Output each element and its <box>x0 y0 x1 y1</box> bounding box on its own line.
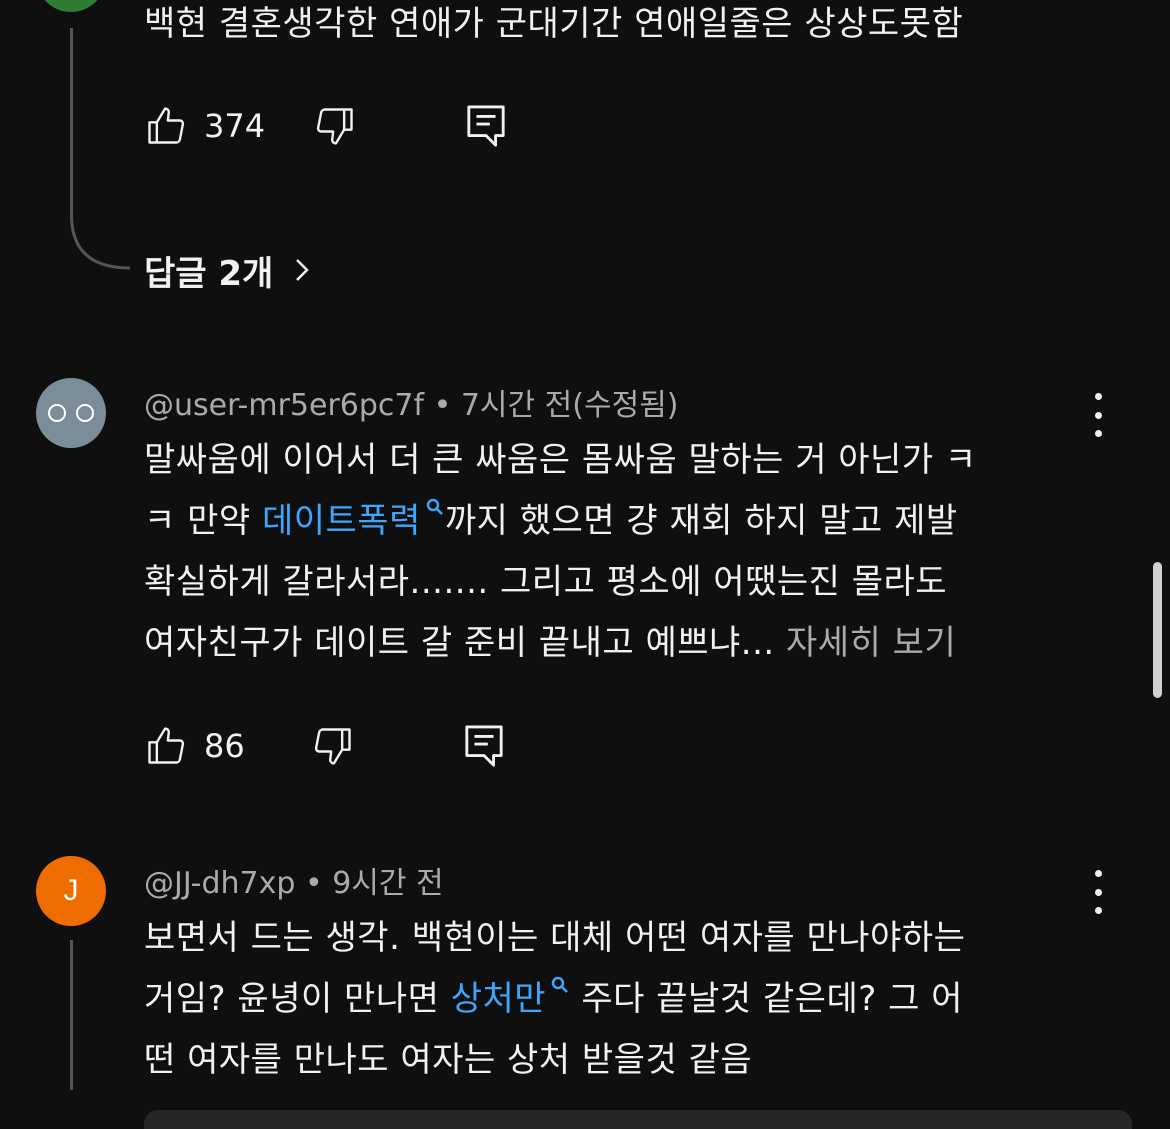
comment-line: 여자친구가 데이트 갈 준비 끝내고 예쁘냐... 자세히 보기 <box>144 613 1104 674</box>
avatar-initial: J <box>63 874 79 907</box>
reply-button[interactable] <box>465 103 507 149</box>
comment-time: 7시간 전(수정됨) <box>460 388 679 423</box>
reply-button[interactable] <box>463 723 505 769</box>
search-link-label: 데이트폭력 <box>261 501 421 541</box>
chevron-right-icon <box>296 259 310 281</box>
replies-label: 답글 2개 <box>144 253 274 294</box>
comment-text-segment: 여자친구가 데이트 갈 준비 끝내고 예쁘냐... <box>144 623 787 663</box>
read-more-button[interactable]: 자세히 보기 <box>786 623 956 663</box>
comment-body: 보면서 드는 생각. 백현이는 대체 어떤 여자를 만나야하는 거임? 윤녕이 … <box>144 908 1104 1091</box>
avatar-user-mr5er6pc7f[interactable] <box>36 378 106 448</box>
thread-curve <box>70 215 131 270</box>
reply-icon <box>465 725 503 767</box>
avatar-face <box>48 404 94 422</box>
comment-line: 확실하게 갈라서라....... 그리고 평소에 어땠는진 몰라도 <box>144 562 948 602</box>
comment-line: 거임? 윤녕이 만나면 상처만 주다 끝날것 같은데? 그 어 <box>144 969 1104 1030</box>
comment-text-segment: 거임? 윤녕이 만나면 <box>144 979 451 1019</box>
dislike-button[interactable] <box>313 104 357 148</box>
like-icon <box>148 727 185 764</box>
comment-body: 말싸움에 이어서 더 큰 싸움은 몸싸움 말하는 거 아닌가 ㅋ ㅋ 만약 데이… <box>144 430 1104 674</box>
thread-line <box>70 940 73 1090</box>
comment-text-segment: ㅋ 만약 <box>144 501 262 541</box>
dislike-icon <box>314 728 351 765</box>
dislike-button[interactable] <box>311 724 355 768</box>
comment-line: ㅋ 만약 데이트폭력 까지 했으면 걍 재회 하지 말고 제발 <box>144 491 1104 552</box>
top-comment-text: 백현 결혼생각한 연애가 군대기간 연애일줄은 상상도못함 <box>144 4 964 44</box>
replies-toggle[interactable]: 답글 2개 <box>144 246 317 294</box>
meta-separator: • <box>304 866 333 901</box>
comment-handle[interactable]: @JJ-dh7xp <box>144 866 295 901</box>
comment-text-segment: 주다 끝날것 같은데? 그 어 <box>570 979 963 1019</box>
comment-actions: 86 <box>144 722 505 770</box>
comment-handle[interactable]: @user-mr5er6pc7f <box>144 388 424 423</box>
comment-line: 말싸움에 이어서 더 큰 싸움은 몸싸움 말하는 거 아닌가 ㅋ <box>144 440 977 480</box>
comment-text-segment: 까지 했으면 걍 재회 하지 말고 제발 <box>444 501 958 541</box>
avatar-top-comment[interactable] <box>36 0 106 12</box>
search-icon <box>426 498 443 515</box>
meta-separator: • <box>433 388 461 423</box>
like-button[interactable]: 374 <box>144 104 265 148</box>
search-link-label: 상처만 <box>450 979 547 1019</box>
search-icon <box>551 976 568 993</box>
thread-line <box>70 28 73 220</box>
like-icon <box>148 107 185 144</box>
top-comment-actions: 374 <box>144 102 507 150</box>
comment-meta: @JJ-dh7xp • 9시간 전 <box>144 858 444 902</box>
like-count: 86 <box>204 727 245 765</box>
comment-line: 보면서 드는 생각. 백현이는 대체 어떤 여자를 만나야하는 <box>144 918 966 958</box>
scrollbar[interactable] <box>1153 562 1162 698</box>
like-button[interactable]: 86 <box>144 724 245 768</box>
dislike-icon <box>316 108 353 145</box>
comment-time: 9시간 전 <box>332 866 444 901</box>
reply-icon <box>467 105 505 147</box>
search-link[interactable]: 상처만 <box>450 976 570 1019</box>
bottom-panel-edge <box>144 1110 1132 1129</box>
comment-line: 떤 여자를 만나도 여자는 상처 받을것 같음 <box>144 1040 753 1080</box>
comment-meta: @user-mr5er6pc7f • 7시간 전(수정됨) <box>144 380 678 424</box>
like-count: 374 <box>204 107 266 145</box>
avatar-jj-dh7xp[interactable]: J <box>36 856 106 926</box>
search-link[interactable]: 데이트폭력 <box>261 498 445 541</box>
